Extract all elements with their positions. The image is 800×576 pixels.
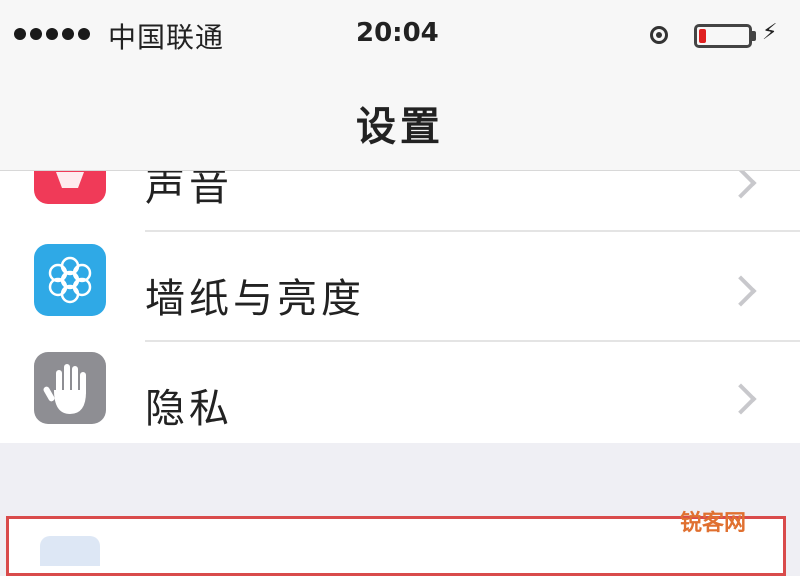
battery-nub bbox=[752, 31, 756, 41]
settings-row-label: 墙纸与亮度 bbox=[145, 276, 365, 322]
settings-row-label: 隐私 bbox=[145, 386, 233, 432]
page-title: 设置 bbox=[356, 104, 444, 150]
watermark-logo: 锐客网 bbox=[680, 511, 747, 536]
charging-icon: ⚡ bbox=[762, 20, 778, 45]
carrier-name: 中国联通 bbox=[108, 21, 225, 54]
chevron-right-icon bbox=[725, 383, 757, 415]
settings-row-wallpaper[interactable]: 墙纸与亮度 bbox=[0, 232, 800, 342]
rotation-lock-icon bbox=[650, 26, 668, 44]
wallpaper-icon bbox=[34, 244, 106, 316]
settings-row-privacy[interactable]: 隐私 bbox=[0, 340, 800, 450]
settings-row-icon bbox=[40, 536, 100, 566]
status-time: 20:04 bbox=[356, 18, 439, 48]
hand-icon bbox=[34, 352, 106, 424]
navigation-bar: 设置 bbox=[0, 72, 800, 171]
signal-strength-icon bbox=[14, 28, 90, 40]
chevron-right-icon bbox=[725, 167, 757, 199]
battery-icon bbox=[694, 24, 752, 48]
highlighted-settings-row[interactable] bbox=[6, 516, 786, 576]
battery-level bbox=[699, 29, 706, 43]
status-bar: 中国联通 20:04 ⚡ bbox=[0, 0, 800, 72]
chevron-right-icon bbox=[725, 275, 757, 307]
